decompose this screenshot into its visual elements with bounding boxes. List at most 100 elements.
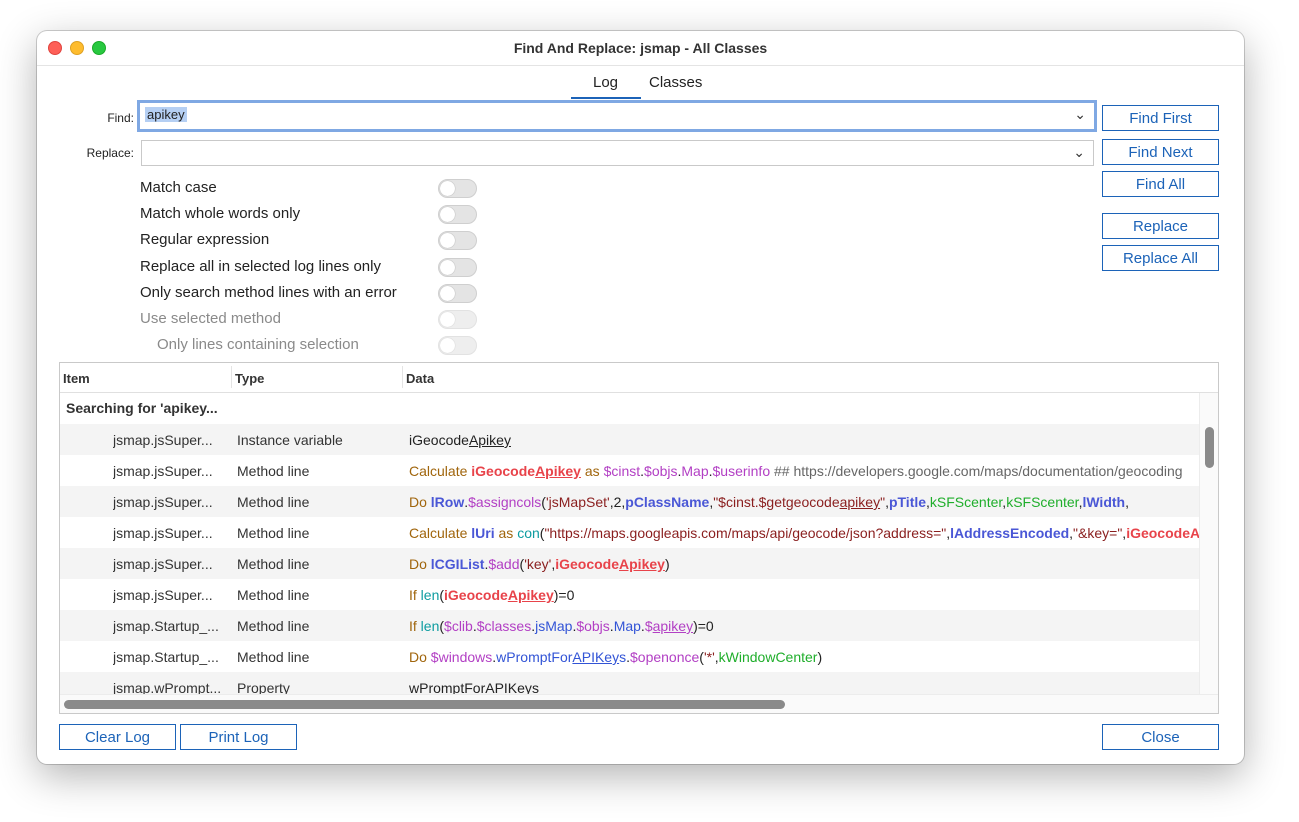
code-token: Apikey (507, 587, 554, 603)
horizontal-scroll-thumb[interactable] (64, 700, 785, 709)
row-data-cell: Do lRow.$assigncols('jsMapSet',2,pClassN… (409, 494, 1199, 510)
table-row[interactable]: jsmap.jsSuper... Method line Calculate lUr… (60, 517, 1200, 548)
code-token: wPromptFor (496, 649, 573, 665)
option-selected-method-label: Use selected method (140, 310, 281, 327)
row-data-cell: Do lCGIList.$add('key',iGeocodeApikey) (409, 556, 1199, 572)
code-token: $clib (444, 618, 473, 634)
row-type-cell: Method line (237, 587, 310, 603)
code-token: iGeocode (409, 432, 469, 448)
chevron-down-icon[interactable]: ⌄ (1074, 106, 1086, 123)
option-match-case-toggle[interactable] (438, 179, 477, 198)
code-token: apikey (839, 494, 881, 510)
code-token: Do (409, 649, 431, 665)
code-token: $windows (430, 649, 493, 665)
option-lines-selection-label: Only lines containing selection (157, 336, 359, 353)
find-replace-window: Find And Replace: jsmap - All Classes Lo… (37, 31, 1244, 764)
row-data-cell: iGeocodeApikey (409, 432, 1199, 448)
close-button[interactable]: Close (1102, 724, 1219, 750)
find-first-button[interactable]: Find First (1102, 105, 1219, 131)
chevron-down-icon[interactable]: ⌄ (1073, 144, 1085, 161)
code-token: '*' (703, 649, 715, 665)
option-whole-words-label: Match whole words only (140, 205, 301, 222)
code-token: as (580, 463, 604, 479)
option-regex-label: Regular expression (140, 231, 270, 248)
code-token: lWidth (1082, 494, 1126, 510)
option-selected-log-lines-label: Replace all in selected log lines only (140, 258, 381, 275)
row-item-cell: jsmap.Startup_... (113, 649, 219, 665)
code-token: as (494, 525, 518, 541)
code-token: "$cinst.$getgeocode (713, 494, 840, 510)
clear-log-button[interactable]: Clear Log (59, 724, 176, 750)
row-item-cell: jsmap.Startup_... (113, 618, 219, 634)
tab-classes[interactable]: Classes (649, 74, 702, 91)
active-tab-indicator (571, 97, 641, 99)
row-data-cell: Calculate iGeocodeApikey as $cinst.$objs… (409, 463, 1199, 479)
column-header-type[interactable]: Type (235, 371, 264, 386)
row-data-cell: If len(iGeocodeApikey)=0 (409, 587, 1199, 603)
code-token: kSFScenter (1006, 494, 1079, 510)
row-item-cell: jsmap.jsSuper... (113, 432, 213, 448)
row-type-cell: Method line (237, 463, 310, 479)
table-row[interactable]: jsmap.jsSuper... Method line Do lRow.$assi… (60, 486, 1200, 517)
option-error-lines-toggle[interactable] (438, 284, 477, 303)
table-row[interactable]: jsmap.jsSuper... Instance variable iGeocod… (60, 424, 1200, 455)
print-log-button[interactable]: Print Log (180, 724, 297, 750)
code-token: If (409, 618, 421, 634)
row-item-cell: jsmap.jsSuper... (113, 587, 213, 603)
find-input-value[interactable]: apikey (145, 107, 187, 122)
find-label: Find: (107, 111, 134, 125)
tab-log[interactable]: Log (593, 74, 618, 91)
row-type-cell: Instance variable (237, 432, 343, 448)
code-token: $objs (644, 463, 678, 479)
code-token: ) (664, 556, 670, 572)
code-token: iGeocodeApikey (1126, 525, 1199, 541)
code-token: , (1125, 494, 1129, 510)
replace-all-button[interactable]: Replace All (1102, 245, 1219, 271)
row-type-cell: Method line (237, 618, 310, 634)
replace-label: Replace: (86, 146, 134, 160)
code-token: $add (488, 556, 520, 572)
code-token: iGeocode (444, 587, 508, 603)
row-item-cell: jsmap.jsSuper... (113, 494, 213, 510)
row-type-cell: Method line (237, 556, 310, 572)
row-item-cell: jsmap.jsSuper... (113, 463, 213, 479)
code-token: ) (817, 649, 823, 665)
option-selected-method-toggle[interactable] (438, 310, 477, 329)
find-combobox[interactable]: apikey ⌄ (137, 100, 1097, 132)
find-next-button[interactable]: Find Next (1102, 139, 1219, 165)
code-token: If (409, 587, 421, 603)
option-match-case-label: Match case (140, 179, 217, 196)
row-data-cell: Do $windows.wPromptForAPIKeys.$openonce(… (409, 649, 1199, 665)
option-regex-toggle[interactable] (438, 231, 477, 250)
table-header: Item Type Data (60, 363, 1218, 393)
code-token: )=0 (553, 587, 575, 603)
search-status-row: Searching for 'apikey... (66, 400, 218, 416)
code-token: "https://maps.googleapis.com/maps/api/ge… (544, 525, 947, 541)
row-item-cell: jsmap.jsSuper... (113, 525, 213, 541)
row-type-cell: Method line (237, 525, 310, 541)
code-token: len (420, 618, 440, 634)
code-token: 'jsMapSet' (545, 494, 610, 510)
option-whole-words-toggle[interactable] (438, 205, 477, 224)
vertical-scrollbar[interactable] (1199, 393, 1218, 695)
find-all-button[interactable]: Find All (1102, 171, 1219, 197)
table-row[interactable]: jsmap.jsSuper... Method line Do lCGIList.$… (60, 548, 1200, 579)
table-row[interactable]: jsmap.Startup_... Method line Do $windows.… (60, 641, 1200, 672)
option-lines-selection-toggle[interactable] (438, 336, 477, 355)
code-token: pTitle (888, 494, 927, 510)
replace-button[interactable]: Replace (1102, 213, 1219, 239)
row-data-cell: Calculate lUri as con("https://maps.goog… (409, 525, 1199, 541)
option-selected-log-lines-toggle[interactable] (438, 258, 477, 277)
horizontal-scrollbar[interactable] (60, 694, 1218, 713)
code-token: iGeocode (555, 556, 620, 572)
code-token: lRow (430, 494, 465, 510)
replace-combobox[interactable]: ⌄ (141, 140, 1094, 166)
table-row[interactable]: jsmap.Startup_... Method line If len($clib… (60, 610, 1200, 641)
column-header-item[interactable]: Item (63, 371, 90, 386)
table-row[interactable]: jsmap.jsSuper... Method line Calculate iGe… (60, 455, 1200, 486)
table-row[interactable]: jsmap.jsSuper... Method line If len(iGeoco… (60, 579, 1200, 610)
code-token: $objs (576, 618, 610, 634)
column-header-data[interactable]: Data (406, 371, 434, 386)
code-token: APIKey (572, 649, 620, 665)
vertical-scroll-thumb[interactable] (1205, 427, 1214, 468)
